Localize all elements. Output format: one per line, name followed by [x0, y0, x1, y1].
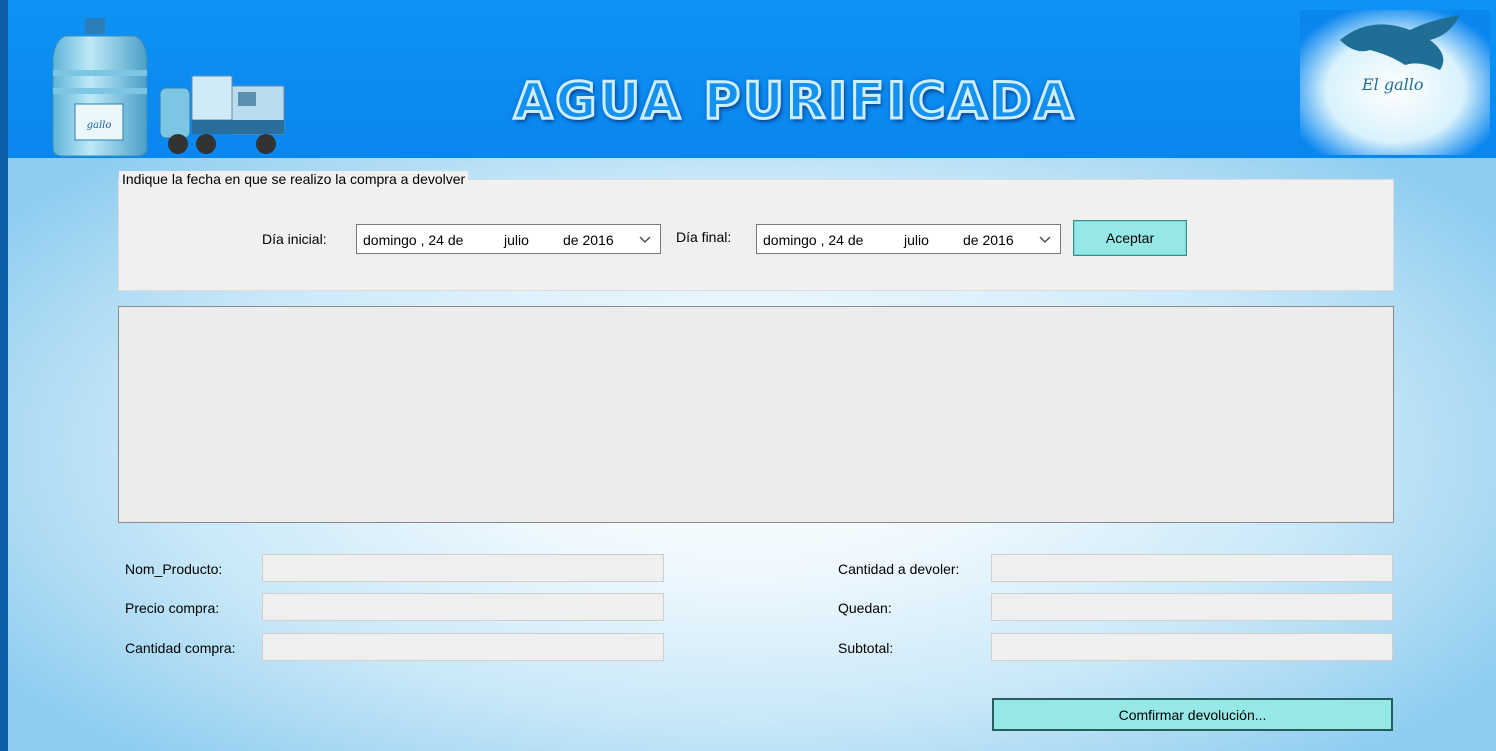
start-date-weekday: domingo , 24 de: [363, 232, 464, 248]
remaining-field[interactable]: [991, 593, 1393, 621]
end-date-weekday: domingo , 24 de: [763, 232, 864, 248]
product-name-field[interactable]: [262, 554, 664, 582]
end-date-label: Día final:: [676, 229, 732, 245]
delivery-truck-image: [159, 75, 285, 154]
water-bottle-image: gallo: [52, 18, 148, 157]
return-quantity-label: Cantidad a devoler:: [838, 561, 960, 577]
accept-button[interactable]: Aceptar: [1073, 220, 1187, 256]
bottle-label-text: gallo: [87, 120, 112, 131]
purchase-price-label: Precio compra:: [125, 600, 220, 616]
product-name-label: Nom_Producto:: [125, 561, 223, 577]
app-title: AGUA PURIFICADA: [512, 71, 1077, 132]
remaining-label: Quedan:: [838, 600, 892, 616]
window-left-border: [0, 0, 8, 751]
end-date-year: de 2016: [963, 232, 1014, 248]
start-date-month: julio: [504, 232, 529, 248]
purchase-price-field[interactable]: [262, 593, 664, 621]
confirm-return-button[interactable]: Comfirmar devolución...: [992, 698, 1393, 731]
purchases-data-grid[interactable]: [118, 306, 1394, 523]
subtotal-field[interactable]: [991, 633, 1393, 661]
purchase-quantity-label: Cantidad compra:: [125, 640, 236, 656]
logo-text: El gallo: [1361, 75, 1424, 94]
chevron-down-icon[interactable]: [1038, 233, 1052, 245]
subtotal-label: Subtotal:: [838, 640, 894, 656]
chevron-down-icon[interactable]: [638, 233, 652, 245]
start-date-picker[interactable]: domingo , 24 de julio de 2016: [356, 224, 661, 254]
start-date-year: de 2016: [563, 232, 614, 248]
end-date-month: julio: [904, 232, 929, 248]
start-date-label: Día inicial:: [262, 231, 327, 247]
end-date-picker[interactable]: domingo , 24 de julio de 2016: [756, 224, 1061, 254]
purchase-quantity-field[interactable]: [262, 633, 664, 661]
return-quantity-field[interactable]: [991, 554, 1393, 582]
date-filter-legend: Indique la fecha en que se realizo la co…: [119, 171, 469, 187]
el-gallo-logo: El gallo: [1300, 10, 1490, 155]
